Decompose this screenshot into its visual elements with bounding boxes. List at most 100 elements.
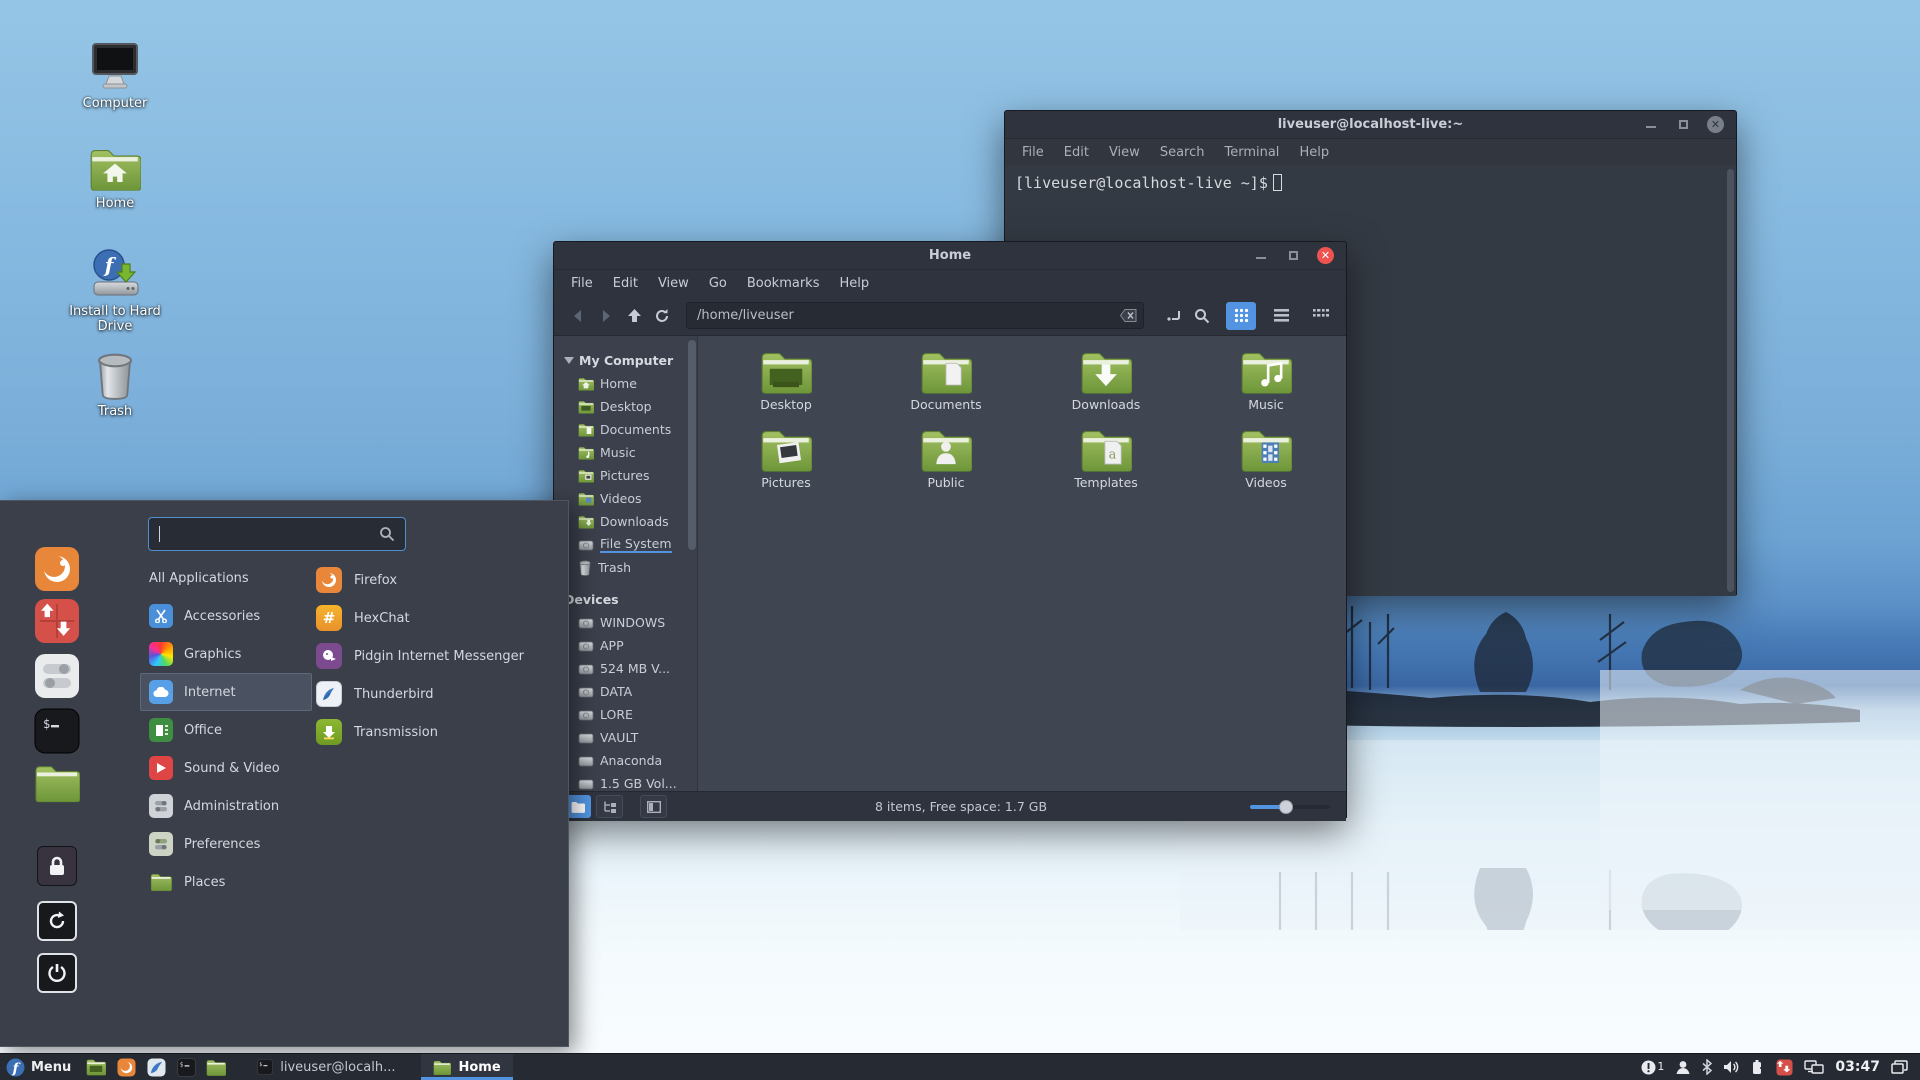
path-field[interactable] (686, 302, 1144, 329)
compact-view-button[interactable] (1306, 302, 1336, 330)
favorite-terminal[interactable]: $ (34, 708, 80, 754)
sidebar-item-pictures[interactable]: Pictures (564, 464, 697, 487)
sidebar-item-trash[interactable]: Trash (564, 556, 697, 579)
battery-icon[interactable] (1751, 1059, 1766, 1075)
sidebar-item-home[interactable]: Home (564, 372, 697, 395)
user-applet-icon[interactable] (1675, 1060, 1691, 1075)
favorite-firefox[interactable] (34, 546, 80, 592)
favorite-files[interactable] (34, 763, 80, 809)
expander-icon[interactable] (564, 356, 574, 364)
category-accessories[interactable]: Accessories (140, 597, 312, 635)
terminal-titlebar[interactable]: liveuser@localhost-live:~ ✕ (1005, 111, 1736, 139)
up-button[interactable] (620, 303, 648, 329)
lock-screen-button[interactable] (37, 846, 77, 886)
sidebar-item-vault[interactable]: VAULT (564, 726, 697, 749)
menu-help[interactable]: Help (830, 273, 878, 294)
sidebar-item-15gb[interactable]: 1.5 GB Vol... (564, 772, 697, 791)
launcher-terminal[interactable]: $ (174, 1055, 198, 1079)
category-sound-video[interactable]: Sound & Video (140, 749, 312, 787)
menu-file[interactable]: File (1013, 142, 1053, 163)
refresh-button[interactable] (648, 303, 676, 329)
menu-terminal[interactable]: Terminal (1215, 142, 1288, 163)
sidebar-item-videos[interactable]: Videos (564, 487, 697, 510)
app-firefox[interactable]: Firefox (316, 561, 556, 599)
file-item-videos[interactable]: Videos (1186, 428, 1346, 506)
category-graphics[interactable]: Graphics (140, 635, 312, 673)
taskbar-window-home[interactable]: Home (421, 1054, 513, 1080)
menu-search-box[interactable] (148, 517, 406, 551)
file-item-desktop[interactable]: Desktop (706, 350, 866, 428)
category-places[interactable]: Places (140, 863, 312, 901)
sidebar-section-my-computer[interactable]: My Computer (564, 348, 697, 372)
menu-file[interactable]: File (562, 273, 602, 294)
taskbar-window-terminal[interactable]: $ liveuser@localh... (245, 1054, 407, 1080)
file-item-documents[interactable]: Documents (866, 350, 1026, 428)
bluetooth-icon[interactable] (1702, 1059, 1713, 1075)
close-button[interactable]: ✕ (1707, 116, 1724, 133)
sidebar-item-anaconda[interactable]: Anaconda (564, 749, 697, 772)
launcher-thunderbird[interactable] (144, 1055, 168, 1079)
menu-search[interactable]: Search (1151, 142, 1214, 163)
file-item-public[interactable]: Public (866, 428, 1026, 506)
menu-button[interactable]: f Menu (0, 1054, 81, 1080)
show-desktop-button[interactable] (84, 1055, 108, 1079)
category-all-applications[interactable]: All Applications (140, 559, 312, 597)
desktop-icon-home[interactable]: Home (56, 146, 174, 211)
sidebar-item-documents[interactable]: Documents (564, 418, 697, 441)
minimize-button[interactable] (1643, 117, 1659, 133)
app-thunderbird[interactable]: Thunderbird (316, 675, 556, 713)
category-administration[interactable]: Administration (140, 787, 312, 825)
zoom-slider-handle[interactable] (1279, 799, 1293, 814)
list-view-button[interactable] (1266, 302, 1296, 330)
clear-path-icon[interactable] (1120, 309, 1137, 322)
zoom-slider[interactable] (1250, 799, 1330, 814)
file-item-downloads[interactable]: Downloads (1026, 350, 1186, 428)
category-office[interactable]: Office (140, 711, 312, 749)
close-button[interactable]: ✕ (1317, 247, 1334, 264)
favorite-system-settings[interactable] (34, 653, 80, 699)
toggle-sidebar-button[interactable] (640, 795, 667, 818)
menu-help[interactable]: Help (1290, 142, 1338, 163)
sidebar-item-lore[interactable]: LORE (564, 703, 697, 726)
launcher-firefox[interactable] (114, 1055, 138, 1079)
desktop-icon-computer[interactable]: Computer (56, 42, 174, 111)
menu-edit[interactable]: Edit (604, 273, 647, 294)
icon-view-button[interactable] (1226, 301, 1256, 330)
sidebar-item-desktop[interactable]: Desktop (564, 395, 697, 418)
file-manager-titlebar[interactable]: Home ✕ (554, 242, 1346, 270)
sidebar-item-music[interactable]: Music (564, 441, 697, 464)
window-stack-icon[interactable] (1891, 1060, 1908, 1074)
maximize-button[interactable] (1675, 117, 1691, 133)
favorite-software-updater[interactable] (34, 598, 80, 644)
menu-view[interactable]: View (649, 273, 698, 294)
search-button[interactable] (1188, 303, 1216, 329)
category-preferences[interactable]: Preferences (140, 825, 312, 863)
launcher-files[interactable] (204, 1055, 228, 1079)
sidebar-scrollbar[interactable] (688, 340, 696, 787)
app-hexchat[interactable]: # HexChat (316, 599, 556, 637)
menu-search-input[interactable] (162, 526, 379, 542)
sidebar-item-file-system[interactable]: File System (564, 533, 697, 556)
network-icon[interactable] (1804, 1059, 1825, 1075)
sidebar-item-app[interactable]: APP (564, 634, 697, 657)
menu-bookmarks[interactable]: Bookmarks (738, 273, 829, 294)
menu-edit[interactable]: Edit (1055, 142, 1098, 163)
show-treeview-button[interactable] (596, 795, 623, 818)
menu-view[interactable]: View (1100, 142, 1149, 163)
app-transmission[interactable]: Transmission (316, 713, 556, 751)
category-internet[interactable]: Internet (140, 673, 312, 711)
maximize-button[interactable] (1285, 248, 1301, 264)
back-button[interactable] (564, 303, 592, 329)
toggle-location-entry-button[interactable] (1160, 303, 1188, 329)
shutdown-button[interactable] (37, 953, 77, 993)
path-input[interactable] (697, 308, 1120, 323)
file-item-pictures[interactable]: Pictures (706, 428, 866, 506)
desktop-icon-trash[interactable]: Trash (56, 352, 174, 419)
file-item-templates[interactable]: a Templates (1026, 428, 1186, 506)
menu-go[interactable]: Go (700, 273, 736, 294)
sidebar-item-windows[interactable]: WINDOWS (564, 611, 697, 634)
logout-button[interactable] (37, 901, 77, 941)
volume-icon[interactable] (1723, 1060, 1740, 1074)
sidebar-item-data[interactable]: DATA (564, 680, 697, 703)
app-pidgin[interactable]: Pidgin Internet Messenger (316, 637, 556, 675)
